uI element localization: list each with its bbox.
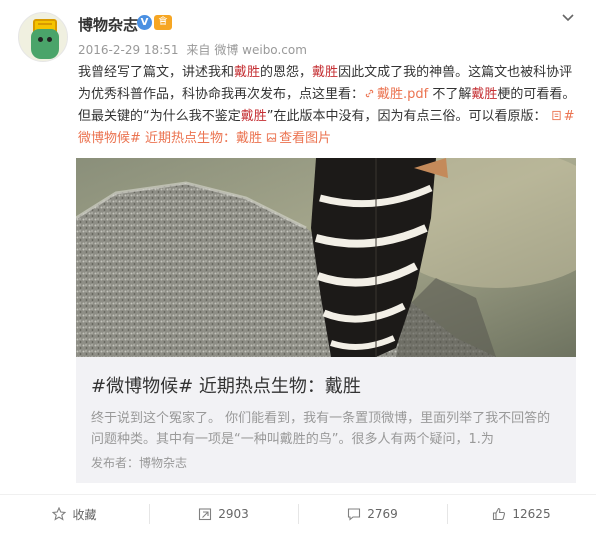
thumbs-up-icon xyxy=(493,507,506,521)
post-text-segment: 的恩怨， xyxy=(260,65,313,80)
verified-icon[interactable]: V xyxy=(137,15,152,30)
article-title[interactable]: #微博物候# 近期热点生物：戴胜 xyxy=(91,372,361,398)
comment-button[interactable]: 2769 xyxy=(298,495,447,533)
star-icon xyxy=(52,507,67,521)
article-icon xyxy=(552,110,561,121)
article-card[interactable]: #微博物候# 近期热点生物：戴胜 终于说到这个冤家了。 你们能看到，我有一条置顶… xyxy=(76,158,576,483)
post-text-segment: ”在此版本中没有，因为有点三俗。可以看原版： xyxy=(266,109,547,124)
favorite-label: 收藏 xyxy=(72,507,97,522)
article-summary: 终于说到这个冤家了。 你们能看到，我有一条置顶微博，里面列举了我不回答的问题种类… xyxy=(91,411,551,447)
favorite-button[interactable]: 收藏 xyxy=(0,495,149,533)
avatar-eye xyxy=(38,37,43,42)
keyword-highlight: 戴胜 xyxy=(234,65,261,80)
comment-count: 2769 xyxy=(367,507,398,521)
keyword-highlight: 戴胜 xyxy=(240,109,267,124)
view-image-label: 查看图片 xyxy=(279,131,332,146)
pdf-link-label: 戴胜.pdf xyxy=(377,87,429,102)
hoopoe-photo xyxy=(76,158,576,357)
post-meta: 2016-2-29 18:51 来自 微博 weibo.com xyxy=(78,41,311,58)
user-name[interactable]: 博物杂志 xyxy=(78,14,138,35)
action-bar: 收藏 2903 2769 12625 xyxy=(0,494,596,533)
post-timestamp[interactable]: 2016-2-29 18:51 xyxy=(78,43,179,57)
post-text-segment: 不了解 xyxy=(428,87,472,102)
keyword-highlight: 戴胜 xyxy=(471,87,498,102)
repost-icon xyxy=(199,508,212,521)
post-text: 我曾经写了篇文，讲述我和戴胜的恩怨，戴胜因此文成了我的神兽。这篇文也被科协评为优… xyxy=(78,62,578,150)
pdf-link[interactable]: 戴胜.pdf xyxy=(364,87,428,102)
keyword-highlight: 戴胜 xyxy=(312,65,339,80)
chevron-down-icon[interactable] xyxy=(560,10,576,26)
repost-count: 2903 xyxy=(218,507,249,521)
source-prefix: 来自 xyxy=(186,43,211,57)
view-image-link[interactable]: 查看图片 xyxy=(266,131,331,146)
avatar-eye xyxy=(47,37,52,42)
avatar-hat-line xyxy=(38,23,52,25)
link-icon xyxy=(365,89,374,98)
image-icon xyxy=(267,133,277,142)
avatar[interactable] xyxy=(18,12,68,62)
post-source[interactable]: 微博 weibo.com xyxy=(214,43,307,57)
article-publisher: 发布者：博物杂志 xyxy=(91,456,188,470)
repost-button[interactable]: 2903 xyxy=(149,495,298,533)
avatar-mascot xyxy=(31,29,59,59)
member-badge-icon[interactable]: 會 xyxy=(154,15,172,30)
comment-icon xyxy=(348,508,361,521)
article-cover-image[interactable] xyxy=(76,158,576,357)
like-count: 12625 xyxy=(512,507,551,521)
post-text-segment: 我曾经写了篇文，讲述我和 xyxy=(78,65,235,80)
like-button[interactable]: 12625 xyxy=(447,495,596,533)
